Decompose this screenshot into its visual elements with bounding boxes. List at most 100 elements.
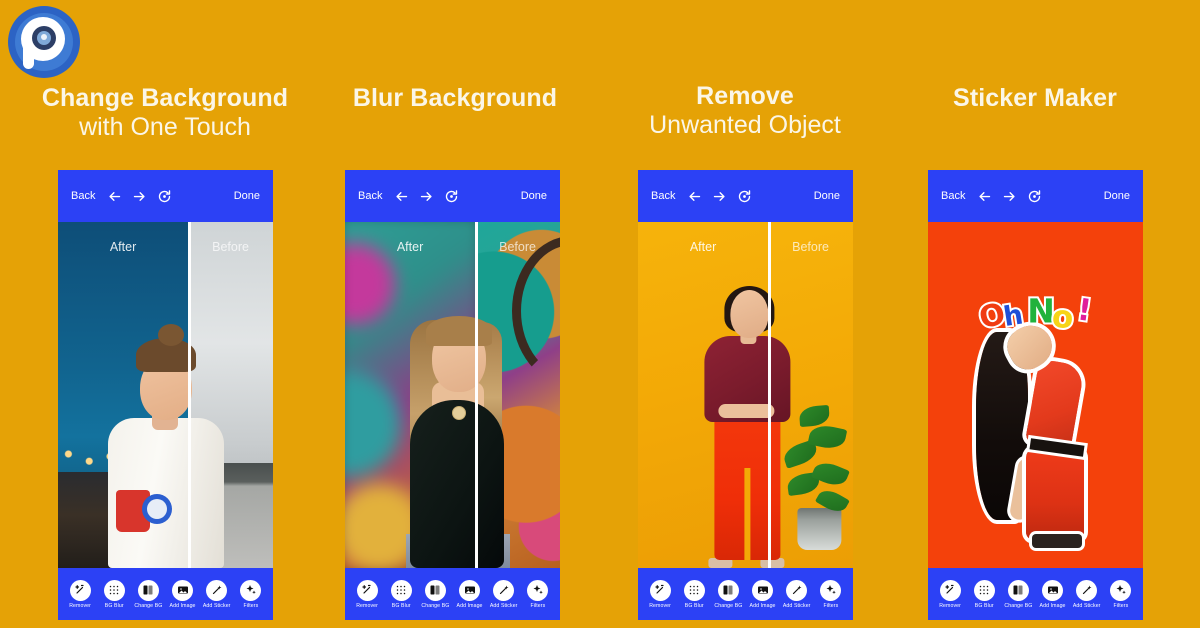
sticker-red-pants bbox=[1025, 448, 1084, 540]
arrow-left-icon[interactable] bbox=[687, 189, 702, 204]
tool-label: BG Blur bbox=[391, 602, 411, 609]
editor-canvas[interactable]: After Before bbox=[58, 222, 273, 568]
before-label: Before bbox=[499, 240, 536, 254]
subject-necklace bbox=[451, 406, 466, 420]
picture-icon bbox=[1042, 579, 1064, 601]
feature-column-sticker-maker: Sticker Maker Back Done O h N o ! Remove… bbox=[870, 0, 1200, 628]
tool-remover[interactable]: Remover bbox=[644, 579, 677, 609]
tool-bg-blur[interactable]: BG Blur bbox=[98, 579, 131, 609]
header-icon-group bbox=[107, 189, 172, 204]
done-button[interactable]: Done bbox=[814, 190, 840, 202]
grid-dots-icon bbox=[683, 579, 705, 601]
tool-add-sticker[interactable]: Add Sticker bbox=[200, 579, 233, 609]
feature-title-change-background: Change Background with One Touch bbox=[0, 84, 330, 141]
tool-filters[interactable]: Filters bbox=[234, 579, 267, 609]
compare-divider[interactable] bbox=[475, 222, 479, 568]
header-icon-group bbox=[977, 189, 1042, 204]
tool-remover[interactable]: Remover bbox=[351, 579, 384, 609]
editor-canvas[interactable]: After Before bbox=[345, 222, 560, 568]
swap-image-icon bbox=[717, 579, 739, 601]
tool-add-image[interactable]: Add Image bbox=[453, 579, 486, 609]
subject-arms bbox=[717, 404, 774, 418]
tool-bg-blur[interactable]: BG Blur bbox=[385, 579, 418, 609]
tool-add-image[interactable]: Add Image bbox=[1036, 579, 1069, 609]
phone-mockup-blur-background: Back Done After Before Remover BG Blur C… bbox=[345, 170, 560, 620]
feature-title-remove-object: Remove Unwanted Object bbox=[580, 82, 910, 139]
sticker-wand-icon bbox=[786, 579, 808, 601]
tool-label: Add Image bbox=[1039, 602, 1066, 609]
oh-no-text-sticker[interactable]: O h N o ! bbox=[973, 280, 1100, 356]
back-button[interactable]: Back bbox=[651, 190, 675, 202]
tool-label: Filters bbox=[1113, 602, 1129, 609]
magic-wand-icon bbox=[649, 579, 671, 601]
sticker-composition[interactable]: O h N o ! bbox=[970, 258, 1102, 558]
tool-add-sticker[interactable]: Add Sticker bbox=[780, 579, 813, 609]
tool-change-bg[interactable]: Change BG bbox=[1002, 579, 1035, 609]
tool-bg-blur[interactable]: BG Blur bbox=[968, 579, 1001, 609]
tool-label: Add Sticker bbox=[489, 602, 518, 609]
reset-icon[interactable] bbox=[737, 189, 752, 204]
before-label: Before bbox=[792, 240, 829, 254]
blue-lid-inner bbox=[146, 499, 167, 519]
swap-image-icon bbox=[1007, 579, 1029, 601]
tool-remover[interactable]: Remover bbox=[934, 579, 967, 609]
editor-toolbar: Remover BG Blur Change BG Add Image Add … bbox=[58, 568, 273, 620]
tool-change-bg[interactable]: Change BG bbox=[132, 579, 165, 609]
reset-icon[interactable] bbox=[1027, 189, 1042, 204]
arrow-right-icon[interactable] bbox=[1002, 189, 1017, 204]
arrow-left-icon[interactable] bbox=[394, 189, 409, 204]
tool-add-sticker[interactable]: Add Sticker bbox=[487, 579, 520, 609]
tool-change-bg[interactable]: Change BG bbox=[712, 579, 745, 609]
tool-label: Add Sticker bbox=[1072, 602, 1101, 609]
tool-filters[interactable]: Filters bbox=[1104, 579, 1137, 609]
picture-icon bbox=[459, 579, 481, 601]
editor-header: Back Done bbox=[345, 170, 560, 222]
subject-hair-top bbox=[425, 316, 492, 346]
swap-image-icon bbox=[137, 579, 159, 601]
tool-add-image[interactable]: Add Image bbox=[746, 579, 779, 609]
arrow-left-icon[interactable] bbox=[977, 189, 992, 204]
compare-divider[interactable] bbox=[768, 222, 772, 568]
compare-divider[interactable] bbox=[188, 222, 192, 568]
back-button[interactable]: Back bbox=[941, 190, 965, 202]
subject-person bbox=[384, 238, 534, 568]
tool-label: Add Sticker bbox=[202, 602, 231, 609]
arrow-left-icon[interactable] bbox=[107, 189, 122, 204]
header-icon-group bbox=[687, 189, 752, 204]
swap-image-icon bbox=[424, 579, 446, 601]
reset-icon[interactable] bbox=[444, 189, 459, 204]
arrow-right-icon[interactable] bbox=[132, 189, 147, 204]
tool-remover[interactable]: Remover bbox=[64, 579, 97, 609]
feature-title-line1: Change Background bbox=[41, 84, 289, 112]
tool-label: Change BG bbox=[714, 602, 743, 609]
picture-icon bbox=[752, 579, 774, 601]
tool-filters[interactable]: Filters bbox=[521, 579, 554, 609]
done-button[interactable]: Done bbox=[1104, 190, 1130, 202]
back-button[interactable]: Back bbox=[71, 190, 95, 202]
arrow-right-icon[interactable] bbox=[712, 189, 727, 204]
back-button[interactable]: Back bbox=[358, 190, 382, 202]
sparkle-icon bbox=[240, 579, 262, 601]
sparkle-icon bbox=[1110, 579, 1132, 601]
subject-leg-gap bbox=[743, 468, 750, 560]
arrow-right-icon[interactable] bbox=[419, 189, 434, 204]
editor-canvas[interactable]: After Before bbox=[638, 222, 853, 568]
tool-label: Filters bbox=[530, 602, 546, 609]
tool-filters[interactable]: Filters bbox=[814, 579, 847, 609]
tool-label: Add Image bbox=[169, 602, 196, 609]
feature-title-line1: Remove bbox=[696, 82, 794, 110]
sticker-wand-icon bbox=[493, 579, 515, 601]
tool-bg-blur[interactable]: BG Blur bbox=[678, 579, 711, 609]
editor-canvas[interactable]: O h N o ! bbox=[928, 222, 1143, 568]
sticker-wand-icon bbox=[1076, 579, 1098, 601]
tool-add-sticker[interactable]: Add Sticker bbox=[1070, 579, 1103, 609]
tool-add-image[interactable]: Add Image bbox=[166, 579, 199, 609]
tool-change-bg[interactable]: Change BG bbox=[419, 579, 452, 609]
done-button[interactable]: Done bbox=[234, 190, 260, 202]
sticker-letter-h: h bbox=[999, 297, 1027, 335]
reset-icon[interactable] bbox=[157, 189, 172, 204]
after-label: After bbox=[396, 240, 424, 254]
done-button[interactable]: Done bbox=[521, 190, 547, 202]
tool-label: Change BG bbox=[1004, 602, 1033, 609]
grid-dots-icon bbox=[103, 579, 125, 601]
